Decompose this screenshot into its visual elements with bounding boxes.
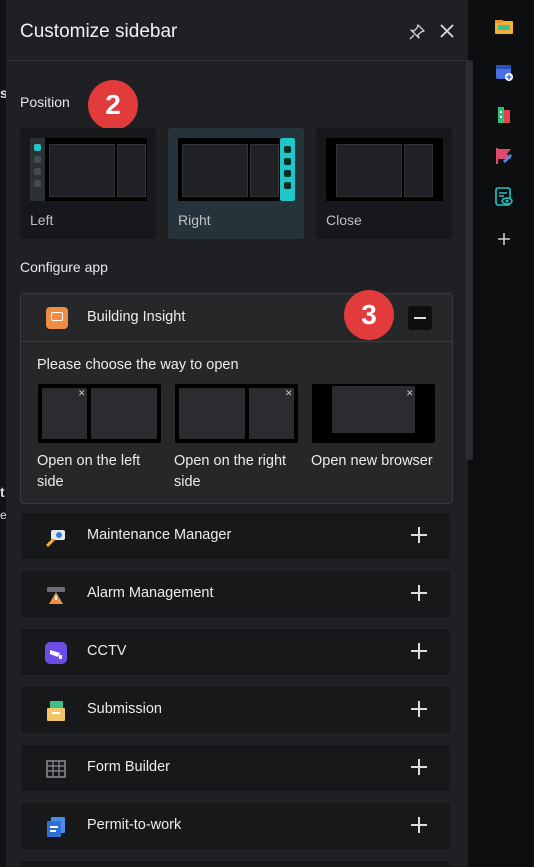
open-option-label[interactable]: Open on the left side bbox=[37, 451, 167, 493]
add-icon[interactable] bbox=[411, 701, 427, 717]
step-badge: 2 bbox=[88, 80, 138, 130]
building-icon[interactable] bbox=[494, 105, 514, 125]
customize-sidebar-panel: Customize sidebar Position 2 Left Right … bbox=[6, 0, 468, 867]
close-icon: ✕ bbox=[78, 388, 86, 398]
app-name: Form Builder bbox=[87, 759, 170, 775]
app-name: Permit-to-work bbox=[87, 817, 182, 833]
app-row-cctv[interactable]: CCTV bbox=[21, 629, 450, 675]
app-name: Submission bbox=[87, 701, 162, 717]
maintenance-icon bbox=[45, 530, 65, 548]
report-view-icon[interactable] bbox=[494, 187, 514, 207]
layout-tile bbox=[336, 144, 402, 197]
add-icon[interactable] bbox=[411, 817, 427, 833]
layout-tile bbox=[49, 144, 115, 197]
step-badge: 3 bbox=[344, 290, 394, 340]
right-layout-thumbnail bbox=[178, 138, 295, 201]
layout-tile bbox=[117, 144, 146, 197]
add-icon[interactable] bbox=[411, 643, 427, 659]
app-row-permit-to-work[interactable]: Permit-to-work bbox=[21, 803, 450, 849]
grid-form-icon bbox=[46, 760, 66, 778]
add-icon[interactable] bbox=[411, 759, 427, 775]
open-browser-thumbnail[interactable]: ✕ bbox=[312, 384, 435, 443]
app-row-maintenance-manager[interactable]: Maintenance Manager bbox=[21, 513, 450, 559]
background-text-fragment: t bbox=[0, 484, 5, 500]
submission-icon bbox=[47, 701, 65, 721]
add-icon[interactable] bbox=[494, 229, 514, 249]
left-layout-thumbnail bbox=[30, 138, 147, 201]
app-name: CCTV bbox=[87, 643, 127, 659]
building-insight-icon bbox=[46, 307, 68, 329]
app-name: Maintenance Manager bbox=[87, 527, 232, 543]
close-icon: ✕ bbox=[285, 388, 293, 398]
app-name: Building Insight bbox=[87, 309, 186, 325]
position-option-label: Close bbox=[326, 212, 362, 228]
open-prompt: Please choose the way to open bbox=[37, 357, 239, 373]
layout-tile bbox=[182, 144, 248, 197]
app-row-submission[interactable]: Submission bbox=[21, 687, 450, 733]
sidebar-rail bbox=[30, 138, 45, 201]
position-option-close[interactable]: Close bbox=[316, 128, 452, 239]
window-tile bbox=[91, 388, 157, 439]
position-option-label: Left bbox=[30, 212, 54, 228]
app-row-form-builder[interactable]: Form Builder bbox=[21, 745, 450, 791]
permit-icon bbox=[47, 817, 65, 837]
panel-title: Customize sidebar bbox=[20, 21, 178, 42]
position-option-left[interactable]: Left bbox=[20, 128, 156, 239]
position-label: Position bbox=[20, 94, 70, 110]
open-left-thumbnail[interactable]: ✕ bbox=[38, 384, 161, 443]
collapse-button[interactable] bbox=[408, 306, 432, 330]
add-icon[interactable] bbox=[411, 527, 427, 543]
close-icon[interactable] bbox=[438, 22, 456, 40]
folder-icon[interactable] bbox=[494, 17, 514, 37]
open-right-thumbnail[interactable]: ✕ bbox=[175, 384, 298, 443]
window-tile bbox=[332, 386, 415, 433]
close-icon: ✕ bbox=[406, 388, 414, 398]
cctv-icon bbox=[45, 642, 67, 664]
open-option-label[interactable]: Open on the right side bbox=[174, 451, 304, 493]
configure-app-label: Configure app bbox=[20, 259, 108, 275]
add-icon[interactable] bbox=[411, 585, 427, 601]
pin-icon[interactable] bbox=[408, 23, 426, 41]
app-row-alarm-management[interactable]: Alarm Management bbox=[21, 571, 450, 617]
app-name: Alarm Management bbox=[87, 585, 214, 601]
close-layout-thumbnail bbox=[326, 138, 443, 201]
window-tile bbox=[179, 388, 245, 439]
right-sidebar-rail bbox=[490, 0, 518, 300]
position-option-label: Right bbox=[178, 212, 211, 228]
alarm-icon bbox=[47, 587, 65, 604]
flag-icon[interactable] bbox=[494, 146, 514, 166]
panel-header: Customize sidebar bbox=[6, 0, 468, 61]
layout-tile bbox=[404, 144, 433, 197]
calendar-add-icon[interactable] bbox=[494, 62, 514, 82]
app-row-partial bbox=[21, 861, 450, 867]
position-option-right[interactable]: Right bbox=[168, 128, 304, 239]
scrollbar[interactable] bbox=[466, 60, 473, 460]
sidebar-rail bbox=[280, 138, 295, 201]
open-option-label[interactable]: Open new browser bbox=[311, 451, 441, 472]
layout-tile bbox=[250, 144, 279, 197]
